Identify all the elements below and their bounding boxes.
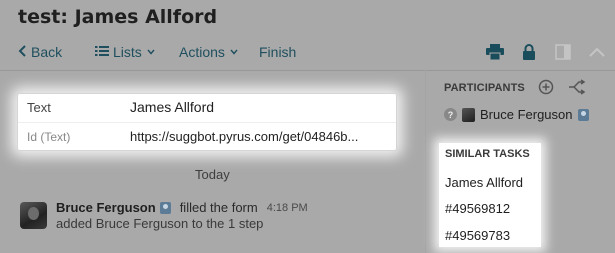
user-badge-icon	[159, 201, 171, 214]
back-button[interactable]: Back	[18, 44, 62, 60]
add-participant-icon[interactable]	[538, 79, 554, 100]
lists-menu-button[interactable]: Lists	[95, 44, 155, 60]
activity-header: Bruce Ferguson filled the form 4:18 PM	[56, 200, 308, 215]
form-row: Id (Text) https://suggbot.pyrus.com/get/…	[18, 122, 396, 150]
list-icon	[95, 44, 109, 60]
form-row: Text James Allford	[18, 94, 396, 122]
participant-item[interactable]: ? Bruce Ferguson	[444, 107, 589, 122]
chevron-down-icon	[147, 47, 155, 57]
actions-menu-button[interactable]: Actions	[179, 44, 238, 60]
participants-actions	[538, 79, 586, 100]
header-divider	[0, 70, 615, 71]
back-label: Back	[31, 44, 63, 60]
toolbar-icon-group	[485, 42, 607, 62]
activity-verb: filled the form	[179, 200, 258, 215]
similar-task-link[interactable]: #49569812	[445, 201, 510, 216]
toolbar: Back Lists Actions Finish	[0, 38, 615, 66]
printer-icon[interactable]	[485, 42, 505, 62]
share-route-icon[interactable]	[568, 79, 586, 100]
activity-detail: added Bruce Ferguson to the 1 step	[56, 216, 264, 231]
question-icon: ?	[444, 108, 457, 121]
activity-author[interactable]: Bruce Ferguson	[56, 200, 156, 215]
page-title: test: James Allford	[18, 6, 218, 28]
avatar	[462, 107, 475, 122]
user-badge-icon	[577, 108, 589, 121]
day-separator: Today	[195, 167, 230, 182]
similar-task-link[interactable]: James Allford	[445, 175, 523, 190]
similar-tasks-panel: SIMILAR TASKS James Allford #49569812 #4…	[439, 143, 541, 247]
participant-name: Bruce Ferguson	[480, 107, 573, 122]
form-card: Text James Allford Id (Text) https://sug…	[17, 93, 397, 151]
form-field-label: Text	[27, 100, 51, 115]
chevron-up-icon[interactable]	[587, 42, 607, 62]
finish-button[interactable]: Finish	[259, 44, 296, 60]
participants-heading: PARTICIPANTS	[444, 82, 525, 94]
form-field-link[interactable]: https://suggbot.pyrus.com/get/04846b...	[130, 129, 358, 144]
chevron-down-icon	[230, 47, 238, 57]
actions-label: Actions	[179, 44, 225, 60]
form-field-label: Id (Text)	[27, 130, 71, 144]
sidebar-divider	[425, 70, 426, 253]
panel-toggle-icon[interactable]	[553, 42, 573, 62]
avatar[interactable]	[20, 202, 47, 229]
lists-label: Lists	[113, 44, 142, 60]
finish-label: Finish	[259, 44, 297, 60]
lock-icon[interactable]	[519, 42, 539, 62]
activity-entry: Bruce Ferguson filled the form 4:18 PM a…	[20, 200, 400, 240]
chevron-left-icon	[18, 44, 27, 60]
form-field-value: James Allford	[130, 99, 215, 115]
similar-tasks-heading: SIMILAR TASKS	[445, 148, 530, 160]
activity-time: 4:18 PM	[266, 201, 308, 214]
similar-task-link[interactable]: #49569783	[445, 228, 510, 243]
